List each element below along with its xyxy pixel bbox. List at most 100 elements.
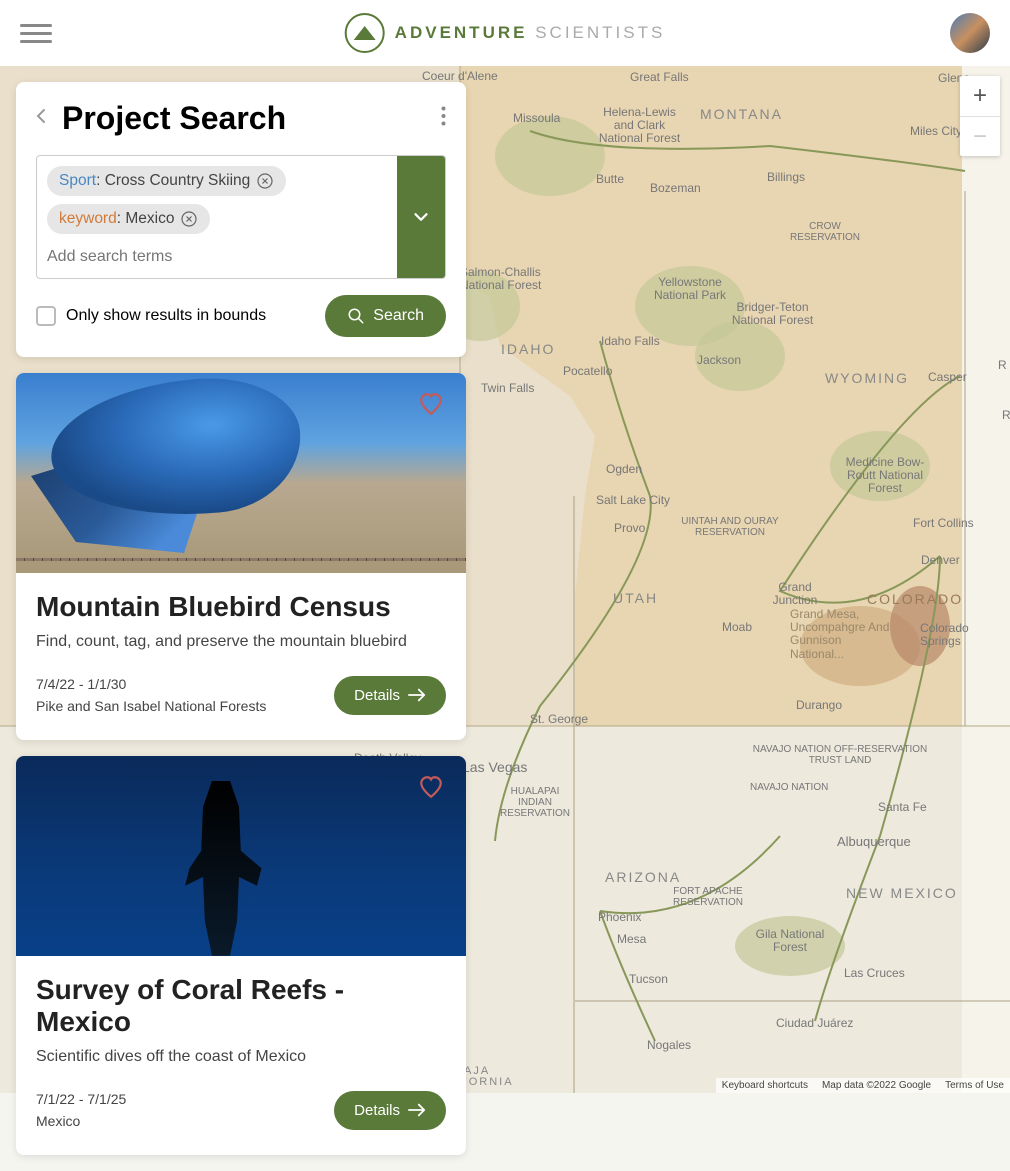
terms-link[interactable]: Terms of Use bbox=[945, 1080, 1004, 1091]
map-label: Missoula bbox=[513, 111, 560, 125]
map-label: Twin Falls bbox=[481, 381, 534, 395]
bounds-checkbox-label[interactable]: Only show results in bounds bbox=[36, 306, 266, 326]
map-label: Helena-Lewis and Clark National Forest bbox=[592, 106, 687, 146]
panel-header: Project Search bbox=[36, 100, 446, 137]
remove-tag-button[interactable] bbox=[180, 210, 198, 228]
map-label: MONTANA bbox=[700, 106, 783, 122]
map-label: Yellowstone National Park bbox=[650, 276, 730, 302]
map-label: Miles City bbox=[910, 124, 962, 138]
map-label: Pocatello bbox=[563, 364, 612, 378]
map-label: Jackson bbox=[697, 353, 741, 367]
map-label: COLORADO bbox=[867, 591, 963, 607]
card-description: Find, count, tag, and preserve the mount… bbox=[36, 633, 446, 651]
details-button[interactable]: Details bbox=[334, 1091, 446, 1130]
map-label: Salmon-Challis National Forest bbox=[460, 266, 545, 292]
map-label: Bridger-Teton National Forest bbox=[730, 301, 815, 327]
search-input[interactable] bbox=[47, 242, 387, 272]
remove-tag-button[interactable] bbox=[256, 172, 274, 190]
keyboard-shortcuts-link[interactable]: Keyboard shortcuts bbox=[722, 1080, 808, 1091]
filter-tag-sport: Sport: Cross Country Skiing bbox=[47, 166, 286, 196]
logo-text: ADVENTURE SCIENTISTS bbox=[395, 23, 666, 43]
map-label: Nogales bbox=[647, 1038, 691, 1052]
map-label: WYOMING bbox=[825, 370, 909, 386]
sidebar: Project Search Sport: Cross Country Skii… bbox=[16, 82, 466, 1171]
bounds-label-text: Only show results in bounds bbox=[66, 307, 266, 325]
map-label: Casper bbox=[928, 370, 967, 384]
map-label: St. George bbox=[530, 712, 588, 726]
map-label: UINTAH AND OURAY RESERVATION bbox=[680, 516, 780, 538]
map-label: R bbox=[998, 358, 1007, 372]
map-label: ARIZONA bbox=[605, 869, 681, 885]
map-label: Coeur d'Alene bbox=[422, 69, 498, 83]
map-label: Bozeman bbox=[650, 181, 701, 195]
panel-footer: Only show results in bounds Search bbox=[36, 295, 446, 337]
card-description: Scientific dives off the coast of Mexico bbox=[36, 1048, 446, 1066]
card-image bbox=[16, 373, 466, 573]
map-label: Butte bbox=[596, 172, 624, 186]
zoom-out-button[interactable]: − bbox=[960, 116, 1000, 156]
map-label: Santa Fe bbox=[878, 800, 927, 814]
back-button[interactable] bbox=[36, 108, 46, 129]
page-title: Project Search bbox=[62, 100, 425, 137]
search-panel: Project Search Sport: Cross Country Skii… bbox=[16, 82, 466, 357]
map-label: Grand Mesa, Uncompahgre And Gunnison Nat… bbox=[790, 608, 890, 661]
map-label: NAVAJO NATION bbox=[750, 782, 828, 793]
card-body: Mountain Bluebird Census Find, count, ta… bbox=[16, 573, 466, 740]
result-card[interactable]: Mountain Bluebird Census Find, count, ta… bbox=[16, 373, 466, 740]
favorite-button[interactable] bbox=[418, 774, 444, 805]
bounds-checkbox[interactable] bbox=[36, 306, 56, 326]
map-label: Ciudad Juárez bbox=[776, 1016, 853, 1030]
menu-button[interactable] bbox=[20, 17, 52, 49]
map-label: Albuquerque bbox=[837, 834, 911, 849]
zoom-controls: + − bbox=[960, 76, 1000, 156]
search-box: Sport: Cross Country Skiing keyword: Mex… bbox=[36, 155, 446, 279]
result-card[interactable]: Survey of Coral Reefs - Mexico Scientifi… bbox=[16, 756, 466, 1155]
map-label: Provo bbox=[614, 521, 645, 535]
map-label: Idaho Falls bbox=[601, 334, 660, 348]
map-label: Ri bbox=[1002, 408, 1010, 422]
map-label: Denver bbox=[921, 553, 960, 567]
card-title: Survey of Coral Reefs - Mexico bbox=[36, 974, 446, 1038]
map-label: Ogden bbox=[606, 462, 642, 476]
expand-filters-button[interactable] bbox=[397, 156, 445, 278]
map-attribution: Keyboard shortcuts Map data ©2022 Google… bbox=[716, 1078, 1010, 1093]
map-label: Las Cruces bbox=[844, 966, 905, 980]
logo-icon bbox=[345, 13, 385, 53]
details-button[interactable]: Details bbox=[334, 676, 446, 715]
map-label: Medicine Bow-Routt National Forest bbox=[835, 456, 935, 496]
card-meta: 7/4/22 - 1/1/30 Pike and San Isabel Nati… bbox=[36, 673, 266, 718]
search-button[interactable]: Search bbox=[325, 295, 446, 337]
map-label: Gila National Forest bbox=[750, 928, 830, 954]
map-label: Great Falls bbox=[630, 70, 689, 84]
map-label: NAVAJO NATION OFF-RESERVATION TRUST LAND bbox=[750, 744, 930, 766]
map-label: FORT APACHE RESERVATION bbox=[658, 886, 758, 908]
map-label: FORNIA bbox=[460, 1076, 514, 1088]
logo[interactable]: ADVENTURE SCIENTISTS bbox=[345, 13, 666, 53]
map-label: NEW MEXICO bbox=[846, 885, 958, 901]
filter-tag-keyword: keyword: Mexico bbox=[47, 204, 210, 234]
map-label: Fort Collins bbox=[913, 516, 974, 530]
map-label: HUALAPAI INDIAN RESERVATION bbox=[495, 786, 575, 819]
more-options-button[interactable] bbox=[441, 106, 446, 132]
search-tags-container[interactable]: Sport: Cross Country Skiing keyword: Mex… bbox=[37, 156, 397, 278]
card-footer: 7/1/22 - 7/1/25 Mexico Details bbox=[36, 1088, 446, 1133]
card-footer: 7/4/22 - 1/1/30 Pike and San Isabel Nati… bbox=[36, 673, 446, 718]
map-data-attribution: Map data ©2022 Google bbox=[822, 1080, 931, 1091]
map-label: Mesa bbox=[617, 932, 646, 946]
app-header: ADVENTURE SCIENTISTS bbox=[0, 0, 1010, 66]
favorite-button[interactable] bbox=[418, 391, 444, 422]
card-meta: 7/1/22 - 7/1/25 Mexico bbox=[36, 1088, 126, 1133]
map-label: IDAHO bbox=[501, 341, 555, 357]
map-label: Durango bbox=[796, 698, 842, 712]
card-image bbox=[16, 756, 466, 956]
map-label: Salt Lake City bbox=[596, 493, 670, 507]
zoom-in-button[interactable]: + bbox=[960, 76, 1000, 116]
map-label: Billings bbox=[767, 170, 805, 184]
user-avatar[interactable] bbox=[950, 13, 990, 53]
map-label: Tucson bbox=[629, 972, 668, 986]
map-label: Phoenix bbox=[598, 910, 641, 924]
map-label: Colorado Springs bbox=[920, 622, 980, 648]
map-label: CROW RESERVATION bbox=[780, 221, 870, 243]
map-label: Las Vegas bbox=[462, 759, 527, 775]
map-label: Moab bbox=[722, 620, 752, 634]
